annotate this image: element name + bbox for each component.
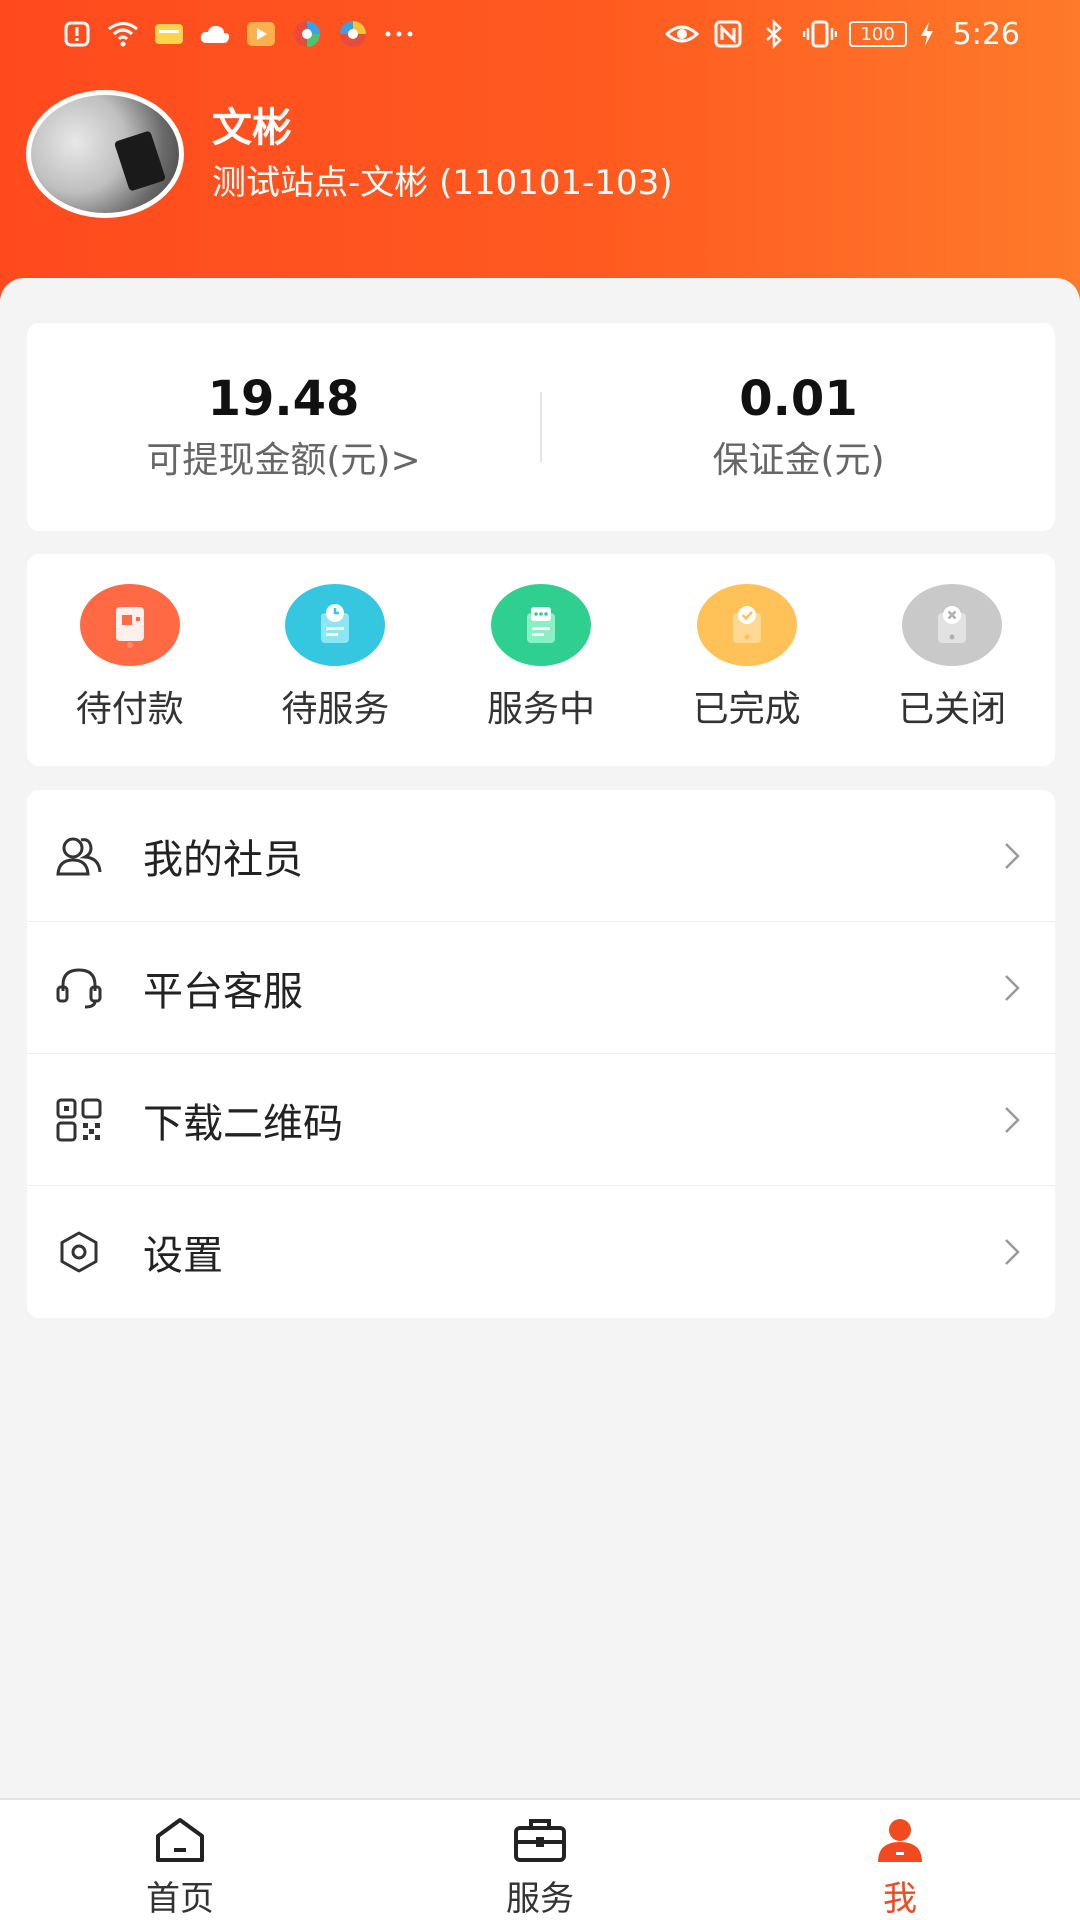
in-service-icon [490, 584, 591, 666]
nav-label-me: 我 [883, 1879, 917, 1919]
deposit-balance: 0.01 保证金(元) [542, 367, 1055, 487]
status-time: 5:26 [952, 16, 1020, 52]
nav-label-home: 首页 [146, 1879, 214, 1919]
app-icon [290, 17, 324, 51]
deposit-value: 0.01 [739, 371, 858, 427]
avatar[interactable] [26, 90, 184, 218]
order-pending-service[interactable]: 待服务 [233, 584, 439, 732]
briefcase-icon [510, 1814, 570, 1865]
order-closed[interactable]: 已关闭 [849, 584, 1055, 732]
order-pending-payment[interactable]: 待付款 [27, 584, 233, 732]
order-in-service[interactable]: 服务中 [438, 584, 644, 732]
user-site: 测试站点-文彬 (110101-103) [212, 163, 673, 203]
user-name: 文彬 [212, 105, 292, 151]
menu-label-customer-service: 平台客服 [143, 968, 303, 1015]
chevron-right-icon [997, 1237, 1027, 1267]
nfc-icon [711, 17, 745, 51]
order-label-pending-payment: 待付款 [75, 689, 184, 730]
status-bar: 100 5:26 [0, 0, 1080, 68]
app-icon-2 [336, 17, 370, 51]
message-icon [152, 17, 186, 51]
chevron-right-icon [997, 841, 1027, 871]
charging-icon [919, 17, 935, 51]
qrcode-icon [53, 1094, 105, 1146]
withdrawable-value: 19.48 [207, 371, 360, 427]
profile-summary[interactable]: 文彬 测试站点-文彬 (110101-103) [26, 90, 673, 218]
profile-text: 文彬 测试站点-文彬 (110101-103) [212, 102, 673, 206]
menu-label-download-qrcode: 下载二维码 [143, 1100, 343, 1147]
battery-icon: 100 [848, 21, 907, 47]
menu-item-customer-service[interactable]: 平台客服 [27, 922, 1055, 1054]
menu-item-settings[interactable]: 设置 [27, 1186, 1055, 1318]
order-completed[interactable]: 已完成 [644, 584, 850, 732]
nav-item-me[interactable]: 我 [720, 1800, 1080, 1920]
vibrate-icon [802, 17, 837, 51]
pending-service-icon [285, 584, 386, 666]
menu-item-members[interactable]: 我的社员 [27, 790, 1055, 922]
deposit-label: 保证金(元) [712, 440, 885, 481]
status-right: 100 5:26 [664, 16, 1020, 52]
order-label-completed: 已完成 [692, 689, 801, 730]
chevron-right-icon [997, 973, 1027, 1003]
pending-payment-icon [79, 584, 180, 666]
wifi-icon [106, 17, 140, 51]
main-content: 19.48 可提现金额(元)> 0.01 保证金(元) 待付款 待服务 服务中 … [0, 278, 1080, 1798]
chevron-right-icon [997, 1105, 1027, 1135]
order-label-in-service: 服务中 [486, 689, 595, 730]
settings-icon [53, 1226, 105, 1278]
alert-icon [60, 17, 94, 51]
home-icon [150, 1814, 210, 1865]
order-label-pending-service: 待服务 [281, 689, 390, 730]
withdrawable-label: 可提现金额(元)> [146, 440, 421, 481]
order-status-card: 待付款 待服务 服务中 已完成 已关闭 [27, 554, 1055, 766]
order-label-closed: 已关闭 [898, 689, 1007, 730]
cloud-icon [198, 17, 232, 51]
completed-icon [696, 584, 797, 666]
withdrawable-balance[interactable]: 19.48 可提现金额(元)> [27, 367, 540, 487]
headset-icon [53, 962, 105, 1014]
nav-item-service[interactable]: 服务 [360, 1800, 720, 1920]
status-left [60, 17, 416, 51]
nav-label-service: 服务 [506, 1879, 574, 1919]
menu-label-members: 我的社员 [143, 836, 303, 883]
bluetooth-icon [757, 17, 791, 51]
balance-card: 19.48 可提现金额(元)> 0.01 保证金(元) [27, 323, 1055, 531]
nav-item-home[interactable]: 首页 [0, 1800, 360, 1920]
profile-page: 100 5:26 文彬 测试站点-文彬 (110101-103) 19.48 可… [0, 0, 1080, 1920]
menu-label-settings: 设置 [143, 1233, 223, 1279]
members-icon [53, 830, 105, 882]
bottom-nav: 首页 服务 我 [0, 1798, 1080, 1920]
user-icon [870, 1814, 930, 1865]
eye-icon [664, 17, 699, 51]
menu-item-download-qrcode[interactable]: 下载二维码 [27, 1054, 1055, 1186]
closed-icon [902, 584, 1003, 666]
menu-card: 我的社员 平台客服 下载二维码 设置 [27, 790, 1055, 1318]
more-icon [382, 17, 416, 51]
video-icon [244, 17, 278, 51]
